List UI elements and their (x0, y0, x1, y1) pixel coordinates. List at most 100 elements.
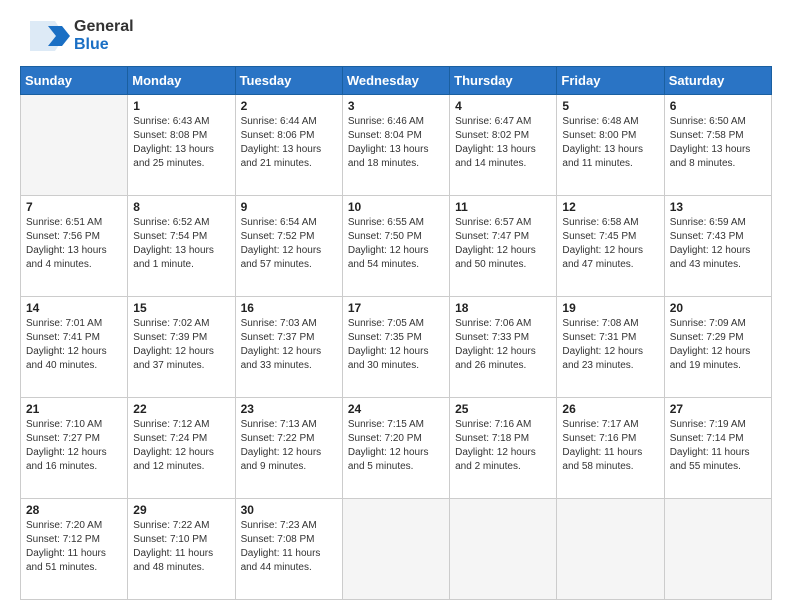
calendar-cell: 27 Sunrise: 7:19 AMSunset: 7:14 PMDayligh… (664, 398, 771, 499)
calendar-cell: 30 Sunrise: 7:23 AMSunset: 7:08 PMDayligh… (235, 499, 342, 600)
day-number: 3 (348, 99, 444, 113)
calendar-table: SundayMondayTuesdayWednesdayThursdayFrid… (20, 66, 772, 600)
day-number: 13 (670, 200, 766, 214)
calendar-week-row: 7Sunrise: 6:51 AMSunset: 7:56 PMDaylight… (21, 196, 772, 297)
calendar-cell: 18 Sunrise: 7:06 AMSunset: 7:33 PMDayligh… (450, 297, 557, 398)
day-info: Sunrise: 6:50 AMSunset: 7:58 PMDaylight:… (670, 115, 766, 171)
day-info: Sunrise: 7:12 AMSunset: 7:24 PMDaylight:… (133, 418, 229, 474)
day-info: Sunrise: 7:13 AMSunset: 7:22 PMDaylight:… (241, 418, 337, 474)
day-number: 17 (348, 301, 444, 315)
calendar-cell (342, 499, 449, 600)
day-info: Sunrise: 7:23 AMSunset: 7:08 PMDaylight:… (241, 519, 337, 575)
day-info: Sunrise: 7:15 AMSunset: 7:20 PMDaylight:… (348, 418, 444, 474)
calendar-header-row: SundayMondayTuesdayWednesdayThursdayFrid… (21, 67, 772, 95)
calendar-cell: 11 Sunrise: 6:57 AMSunset: 7:47 PMDayligh… (450, 196, 557, 297)
day-info: Sunrise: 7:10 AMSunset: 7:27 PMDaylight:… (26, 418, 122, 474)
calendar-cell: 1 Sunrise: 6:43 AMSunset: 8:08 PMDaylight… (128, 95, 235, 196)
day-number: 30 (241, 503, 337, 517)
day-info: Sunrise: 6:52 AMSunset: 7:54 PMDaylight:… (133, 216, 229, 272)
day-info: Sunrise: 6:59 AMSunset: 7:43 PMDaylight:… (670, 216, 766, 272)
logo: GeneralBlue (20, 16, 134, 56)
calendar-cell: 28 Sunrise: 7:20 AMSunset: 7:12 PMDayligh… (21, 499, 128, 600)
calendar-cell: 14 Sunrise: 7:01 AMSunset: 7:41 PMDayligh… (21, 297, 128, 398)
day-number: 5 (562, 99, 658, 113)
day-number: 14 (26, 301, 122, 315)
weekday-header: Saturday (664, 67, 771, 95)
calendar-cell: 17 Sunrise: 7:05 AMSunset: 7:35 PMDayligh… (342, 297, 449, 398)
calendar-cell: 16 Sunrise: 7:03 AMSunset: 7:37 PMDayligh… (235, 297, 342, 398)
day-number: 15 (133, 301, 229, 315)
day-info: Sunrise: 7:05 AMSunset: 7:35 PMDaylight:… (348, 317, 444, 373)
day-info: Sunrise: 7:17 AMSunset: 7:16 PMDaylight:… (562, 418, 658, 474)
calendar-cell (557, 499, 664, 600)
calendar-cell: 22Sunrise: 7:12 AMSunset: 7:24 PMDayligh… (128, 398, 235, 499)
day-number: 10 (348, 200, 444, 214)
day-info: Sunrise: 7:02 AMSunset: 7:39 PMDaylight:… (133, 317, 229, 373)
day-info: Sunrise: 7:22 AMSunset: 7:10 PMDaylight:… (133, 519, 229, 575)
calendar-cell: 4Sunrise: 6:47 AMSunset: 8:02 PMDaylight… (450, 95, 557, 196)
calendar-cell: 9 Sunrise: 6:54 AMSunset: 7:52 PMDaylight… (235, 196, 342, 297)
day-number: 11 (455, 200, 551, 214)
calendar-cell: 29 Sunrise: 7:22 AMSunset: 7:10 PMDayligh… (128, 499, 235, 600)
day-info: Sunrise: 6:44 AMSunset: 8:06 PMDaylight:… (241, 115, 337, 171)
calendar-cell: 25 Sunrise: 7:16 AMSunset: 7:18 PMDayligh… (450, 398, 557, 499)
day-number: 24 (348, 402, 444, 416)
day-number: 8 (133, 200, 229, 214)
calendar-cell: 24 Sunrise: 7:15 AMSunset: 7:20 PMDayligh… (342, 398, 449, 499)
calendar-cell: 13 Sunrise: 6:59 AMSunset: 7:43 PMDayligh… (664, 196, 771, 297)
day-info: Sunrise: 7:06 AMSunset: 7:33 PMDaylight:… (455, 317, 551, 373)
day-number: 25 (455, 402, 551, 416)
calendar-cell: 23 Sunrise: 7:13 AMSunset: 7:22 PMDayligh… (235, 398, 342, 499)
day-info: Sunrise: 6:51 AMSunset: 7:56 PMDaylight:… (26, 216, 122, 272)
weekday-header: Sunday (21, 67, 128, 95)
page: GeneralBlue SundayMondayTuesdayWednesday… (0, 0, 792, 612)
day-info: Sunrise: 7:08 AMSunset: 7:31 PMDaylight:… (562, 317, 658, 373)
weekday-header: Monday (128, 67, 235, 95)
weekday-header: Wednesday (342, 67, 449, 95)
calendar-cell (21, 95, 128, 196)
calendar-cell: 8 Sunrise: 6:52 AMSunset: 7:54 PMDaylight… (128, 196, 235, 297)
day-number: 1 (133, 99, 229, 113)
calendar-week-row: 1 Sunrise: 6:43 AMSunset: 8:08 PMDaylight… (21, 95, 772, 196)
day-number: 21 (26, 402, 122, 416)
day-info: Sunrise: 6:46 AMSunset: 8:04 PMDaylight:… (348, 115, 444, 171)
calendar-cell: 10 Sunrise: 6:55 AMSunset: 7:50 PMDayligh… (342, 196, 449, 297)
calendar-week-row: 21 Sunrise: 7:10 AMSunset: 7:27 PMDayligh… (21, 398, 772, 499)
day-info: Sunrise: 7:20 AMSunset: 7:12 PMDaylight:… (26, 519, 122, 575)
day-number: 19 (562, 301, 658, 315)
calendar-cell: 21 Sunrise: 7:10 AMSunset: 7:27 PMDayligh… (21, 398, 128, 499)
logo-general: General (74, 18, 134, 36)
day-info: Sunrise: 7:01 AMSunset: 7:41 PMDaylight:… (26, 317, 122, 373)
day-info: Sunrise: 7:16 AMSunset: 7:18 PMDaylight:… (455, 418, 551, 474)
calendar-cell: 19 Sunrise: 7:08 AMSunset: 7:31 PMDayligh… (557, 297, 664, 398)
day-number: 29 (133, 503, 229, 517)
day-number: 16 (241, 301, 337, 315)
calendar-cell: 15 Sunrise: 7:02 AMSunset: 7:39 PMDayligh… (128, 297, 235, 398)
calendar-week-row: 28 Sunrise: 7:20 AMSunset: 7:12 PMDayligh… (21, 499, 772, 600)
day-info: Sunrise: 6:57 AMSunset: 7:47 PMDaylight:… (455, 216, 551, 272)
day-number: 23 (241, 402, 337, 416)
day-info: Sunrise: 7:09 AMSunset: 7:29 PMDaylight:… (670, 317, 766, 373)
day-info: Sunrise: 6:47 AMSunset: 8:02 PMDaylight:… (455, 115, 551, 171)
day-number: 12 (562, 200, 658, 214)
logo-blue: Blue (74, 36, 134, 54)
day-number: 28 (26, 503, 122, 517)
day-info: Sunrise: 6:43 AMSunset: 8:08 PMDaylight:… (133, 115, 229, 171)
calendar-cell (450, 499, 557, 600)
calendar-cell: 12Sunrise: 6:58 AMSunset: 7:45 PMDayligh… (557, 196, 664, 297)
day-number: 18 (455, 301, 551, 315)
weekday-header: Friday (557, 67, 664, 95)
calendar-cell: 20 Sunrise: 7:09 AMSunset: 7:29 PMDayligh… (664, 297, 771, 398)
day-number: 9 (241, 200, 337, 214)
day-info: Sunrise: 7:19 AMSunset: 7:14 PMDaylight:… (670, 418, 766, 474)
day-number: 20 (670, 301, 766, 315)
calendar-cell: 6 Sunrise: 6:50 AMSunset: 7:58 PMDaylight… (664, 95, 771, 196)
logo-icon (20, 16, 70, 56)
day-number: 27 (670, 402, 766, 416)
day-info: Sunrise: 7:03 AMSunset: 7:37 PMDaylight:… (241, 317, 337, 373)
day-info: Sunrise: 6:54 AMSunset: 7:52 PMDaylight:… (241, 216, 337, 272)
calendar-cell: 26Sunrise: 7:17 AMSunset: 7:16 PMDayligh… (557, 398, 664, 499)
calendar-cell: 7Sunrise: 6:51 AMSunset: 7:56 PMDaylight… (21, 196, 128, 297)
day-number: 6 (670, 99, 766, 113)
day-info: Sunrise: 6:55 AMSunset: 7:50 PMDaylight:… (348, 216, 444, 272)
